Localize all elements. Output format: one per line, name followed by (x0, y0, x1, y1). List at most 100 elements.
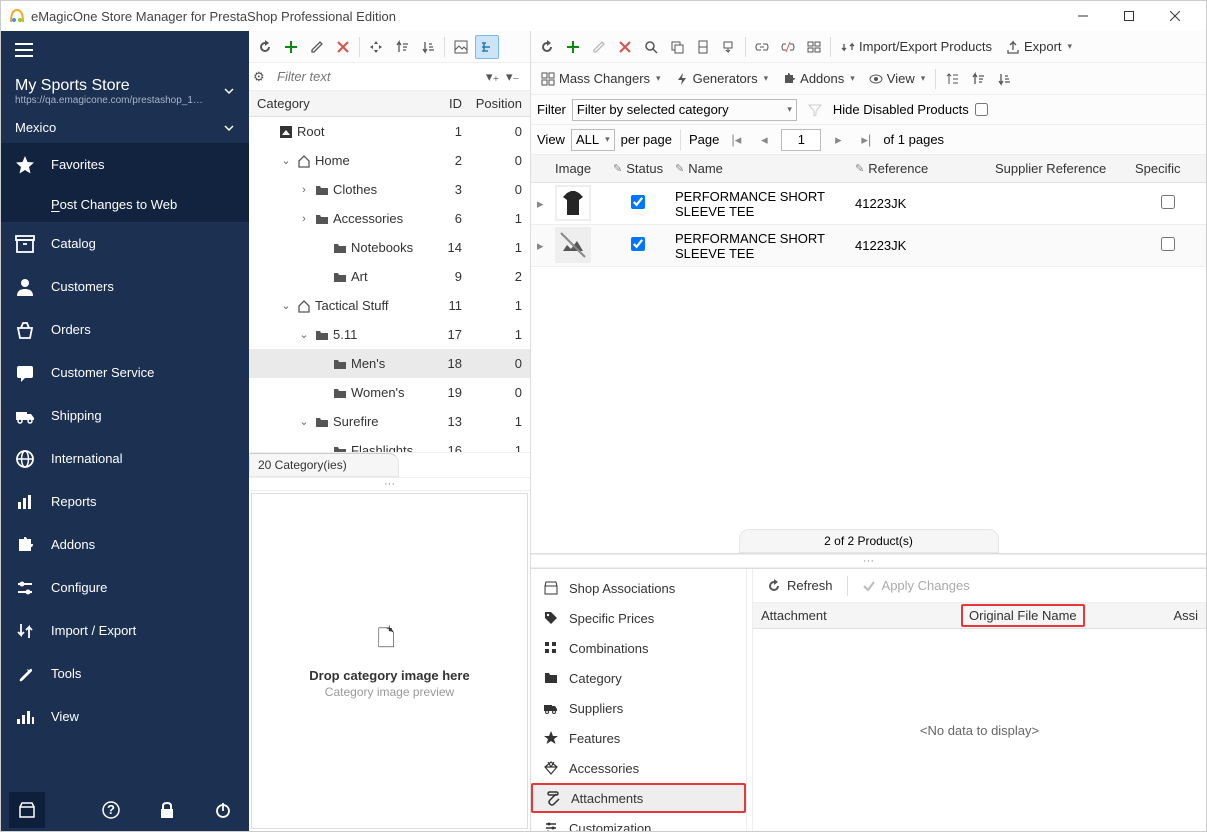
store-button[interactable] (9, 792, 45, 828)
sidebar-item-shipping[interactable]: Shipping (1, 394, 249, 437)
category-tree[interactable]: Root10⌄Home20›Clothes30›Accessories61Not… (249, 117, 530, 452)
sidebar-item-reports[interactable]: Reports (1, 480, 249, 523)
sidebar-item-international[interactable]: International (1, 437, 249, 480)
specific-checkbox[interactable] (1161, 237, 1175, 251)
first-page-button[interactable]: |◂ (725, 129, 747, 151)
close-button[interactable] (1152, 1, 1198, 31)
bulk-button[interactable] (802, 35, 826, 59)
sort-up-button[interactable] (390, 35, 414, 59)
move-button[interactable] (364, 35, 388, 59)
col-attachment[interactable]: Attachment (753, 608, 953, 623)
filter-gear-icon[interactable]: ⚙ (253, 69, 273, 85)
expand-all-button[interactable] (940, 67, 964, 91)
clone-button[interactable] (691, 35, 715, 59)
expand-icon[interactable]: ⌄ (295, 415, 313, 428)
addons-button[interactable]: Addons▾ (776, 67, 861, 91)
detail-tab-customization[interactable]: Customization (531, 813, 746, 831)
search-product-button[interactable] (639, 35, 663, 59)
filter-combo[interactable]: Filter by selected category▾ (572, 99, 797, 121)
unlink-button[interactable] (776, 35, 800, 59)
detail-tab-category[interactable]: Category (531, 663, 746, 693)
power-button[interactable] (205, 792, 241, 828)
sidebar-item-addons[interactable]: Addons (1, 523, 249, 566)
sort-down-button[interactable] (416, 35, 440, 59)
detail-tab-suppliers[interactable]: Suppliers (531, 693, 746, 723)
view-button[interactable]: View▾ (863, 67, 931, 91)
maximize-button[interactable] (1106, 1, 1152, 31)
category-row[interactable]: Notebooks141 (249, 233, 530, 262)
minimize-button[interactable] (1060, 1, 1106, 31)
sort-desc-button[interactable] (992, 67, 1016, 91)
last-page-button[interactable]: ▸| (855, 129, 877, 151)
expand-icon[interactable]: › (295, 213, 313, 225)
add-button[interactable] (279, 35, 303, 59)
prev-page-button[interactable]: ◂ (753, 129, 775, 151)
export-button[interactable]: Export▾ (1000, 35, 1078, 59)
store-selector[interactable]: My Sports Store https://qa.emagicone.com… (1, 69, 249, 112)
category-row[interactable]: Women's190 (249, 378, 530, 407)
category-image-dropzone[interactable]: 🗋+ Drop category image here Category ima… (251, 493, 528, 830)
sidebar-item-import-export[interactable]: Import / Export (1, 609, 249, 652)
generators-button[interactable]: Generators▾ (669, 67, 775, 91)
sort-asc-button[interactable] (966, 67, 990, 91)
sidebar-item-configure[interactable]: Configure (1, 566, 249, 609)
col-original-filename[interactable]: Original File Name (953, 604, 1093, 627)
category-row[interactable]: ›Accessories61 (249, 204, 530, 233)
expand-icon[interactable]: ⌄ (295, 328, 313, 341)
edit-button[interactable] (305, 35, 329, 59)
filter-remove-icon[interactable]: ▾₋ (506, 69, 526, 85)
category-row[interactable]: Art92 (249, 262, 530, 291)
expand-row-icon[interactable]: ▸ (531, 238, 549, 254)
filter-input[interactable] (273, 67, 486, 86)
toggle-images-button[interactable] (449, 35, 473, 59)
expand-row-icon[interactable]: ▸ (531, 196, 549, 212)
category-row[interactable]: ⌄Tactical Stuff111 (249, 291, 530, 320)
product-status[interactable] (607, 237, 669, 254)
next-page-button[interactable]: ▸ (827, 129, 849, 151)
col-specific[interactable]: Specific (1129, 161, 1206, 176)
delete-product-button[interactable] (613, 35, 637, 59)
toggle-tree-button[interactable] (475, 35, 499, 59)
expand-icon[interactable]: ⌄ (277, 299, 295, 312)
filter-add-icon[interactable]: ▾₊ (486, 69, 506, 85)
lock-button[interactable] (149, 792, 185, 828)
link-button[interactable] (750, 35, 774, 59)
detail-tab-accessories[interactable]: Accessories (531, 753, 746, 783)
category-row[interactable]: Root10 (249, 117, 530, 146)
sidebar-item-post-changes-to-web[interactable]: Post Changes to Web (1, 186, 249, 222)
col-category[interactable]: Category (249, 96, 420, 111)
col-assigned[interactable]: Assi (1093, 608, 1206, 623)
sidebar-item-tools[interactable]: Tools (1, 652, 249, 695)
sidebar-item-catalog[interactable]: Catalog (1, 222, 249, 265)
refresh-detail-button[interactable]: Refresh (761, 576, 839, 595)
detail-tab-specific-prices[interactable]: Specific Prices (531, 603, 746, 633)
sidebar-item-customers[interactable]: Customers (1, 265, 249, 308)
help-button[interactable]: ? (93, 792, 129, 828)
product-row[interactable]: ▸PERFORMANCE SHORT SLEEVE TEE41223JK (531, 183, 1206, 225)
col-id[interactable]: ID (420, 96, 470, 111)
import-export-button[interactable]: Import/Export Products (835, 35, 998, 59)
resize-handle[interactable]: ··· (249, 477, 530, 491)
col-reference[interactable]: ✎Reference (849, 161, 989, 176)
copy-button[interactable] (665, 35, 689, 59)
detail-tab-combinations[interactable]: Combinations (531, 633, 746, 663)
detail-tab-shop-associations[interactable]: Shop Associations (531, 573, 746, 603)
sidebar-item-favorites[interactable]: Favorites (1, 143, 249, 186)
col-supplier-ref[interactable]: Supplier Reference (989, 161, 1129, 176)
refresh-button[interactable] (253, 35, 277, 59)
category-row[interactable]: Men's180 (249, 349, 530, 378)
paste-button[interactable] (717, 35, 741, 59)
sidebar-item-view[interactable]: View (1, 695, 249, 738)
col-position[interactable]: Position (470, 96, 530, 111)
expand-icon[interactable]: › (295, 184, 313, 196)
specific-checkbox[interactable] (1161, 195, 1175, 209)
product-row[interactable]: ▸PERFORMANCE SHORT SLEEVE TEE41223JK (531, 225, 1206, 267)
col-image[interactable]: Image (549, 161, 607, 176)
delete-button[interactable] (331, 35, 355, 59)
category-row[interactable]: ⌄5.11171 (249, 320, 530, 349)
col-status[interactable]: ✎Status (607, 161, 669, 176)
expand-icon[interactable]: ⌄ (277, 154, 295, 167)
product-status[interactable] (607, 195, 669, 212)
view-select[interactable]: ALL▾ (571, 129, 615, 151)
category-row[interactable]: ›Clothes30 (249, 175, 530, 204)
